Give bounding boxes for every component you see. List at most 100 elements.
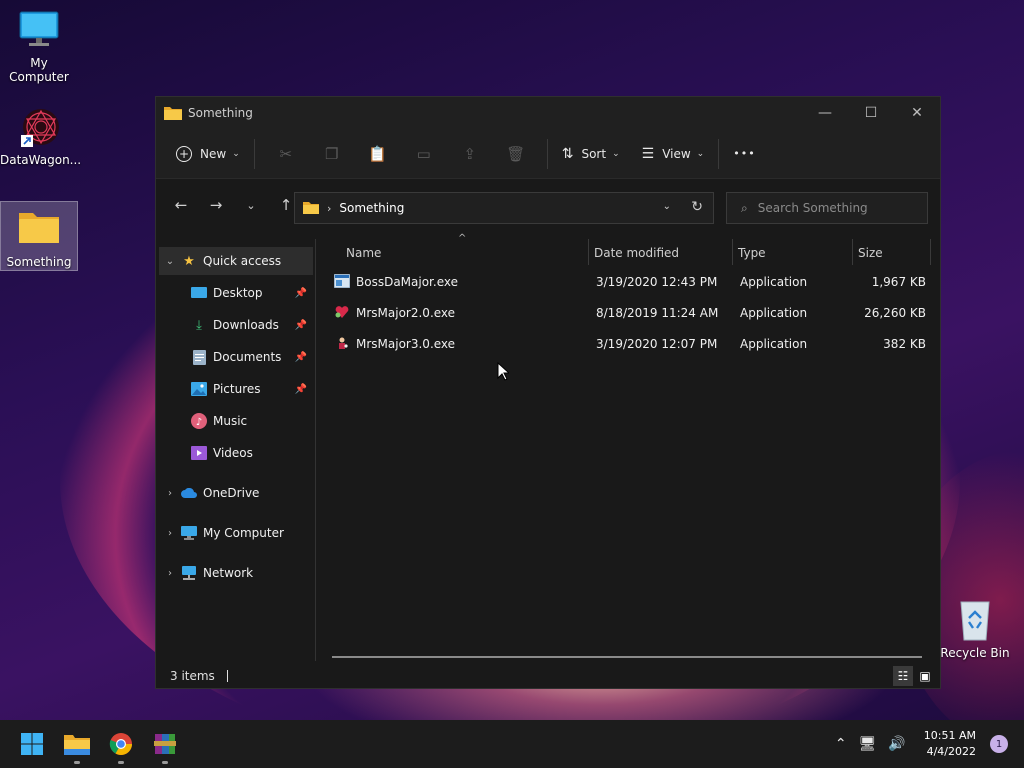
desktop-icon-label: Recycle Bin xyxy=(940,646,1010,660)
table-row[interactable]: BossDaMajor.exe 3/19/2020 12:43 PM Appli… xyxy=(334,267,934,297)
close-button[interactable]: ✕ xyxy=(894,98,940,128)
desktop-icon-recycle-bin[interactable]: Recycle Bin xyxy=(936,598,1014,664)
pin-icon: 📌 xyxy=(294,351,307,363)
delete-icon[interactable]: 🗑 xyxy=(501,139,531,169)
sidebar-item-label: Network xyxy=(203,566,254,580)
maximize-button[interactable]: ☐ xyxy=(848,98,894,128)
file-list: ^ Name Date modified Type Size BossDaMaj… xyxy=(318,233,938,661)
start-button[interactable] xyxy=(12,728,52,760)
column-divider[interactable] xyxy=(588,239,589,265)
column-header-type[interactable]: Type xyxy=(738,239,766,267)
taskbar-chrome[interactable] xyxy=(101,728,141,764)
pin-icon: 📌 xyxy=(294,319,307,331)
sidebar-item-label: Music xyxy=(213,414,248,428)
recycle-bin-icon xyxy=(953,598,997,642)
file-name: MrsMajor3.0.exe xyxy=(356,337,456,351)
running-indicator xyxy=(118,761,124,764)
show-hidden-icons-chevron-icon[interactable]: ⌃ xyxy=(835,736,847,752)
network-icon[interactable]: 🖥 xyxy=(859,736,877,752)
desktop-icon-something-folder[interactable]: Something xyxy=(0,201,78,271)
file-type: Application xyxy=(740,275,808,289)
taskbar-winrar[interactable] xyxy=(145,728,185,764)
file-size: 382 KB xyxy=(883,337,926,351)
music-icon: ♪ xyxy=(191,413,207,429)
status-bar: 3 items ☷ ▣ xyxy=(156,664,940,688)
rename-icon[interactable]: ▭ xyxy=(409,139,439,169)
sidebar-item-documents[interactable]: Documents 📌 xyxy=(159,343,313,371)
table-row[interactable]: MrsMajor2.0.exe 8/18/2019 11:24 AM Appli… xyxy=(334,298,934,328)
application-character-icon xyxy=(339,337,348,349)
sidebar-item-onedrive[interactable]: › OneDrive xyxy=(159,479,313,507)
forward-arrow-icon[interactable]: → xyxy=(201,190,231,220)
back-arrow-icon[interactable]: ← xyxy=(166,190,196,220)
minimize-button[interactable]: — xyxy=(802,98,848,128)
toolbar-divider xyxy=(253,138,255,169)
tiles-view-icon[interactable]: ▣ xyxy=(915,666,935,686)
clock[interactable]: 10:51 AM 4/4/2022 xyxy=(924,728,976,760)
file-date: 3/19/2020 12:43 PM xyxy=(596,275,718,289)
more-options-button[interactable]: ••• xyxy=(727,138,761,170)
column-header-name[interactable]: Name xyxy=(346,239,381,267)
toolbar-divider xyxy=(718,138,720,169)
sidebar-item-my-computer[interactable]: › My Computer xyxy=(159,519,313,547)
sidebar-item-videos[interactable]: Videos xyxy=(159,439,313,467)
mouse-cursor-icon xyxy=(497,362,509,381)
sidebar-item-downloads[interactable]: ⤓ Downloads 📌 xyxy=(159,311,313,339)
video-icon xyxy=(191,445,207,461)
sort-label: Sort xyxy=(581,146,607,161)
file-name: MrsMajor2.0.exe xyxy=(356,306,456,320)
network-icon xyxy=(181,565,197,581)
column-divider[interactable] xyxy=(852,239,853,265)
desktop-icon-datawagon[interactable]: DataWagon... xyxy=(0,105,81,175)
column-divider[interactable] xyxy=(732,239,733,265)
chevron-right-icon[interactable]: › xyxy=(159,528,181,539)
chrome-icon xyxy=(109,733,132,755)
view-button[interactable]: ☰ View ⌄ xyxy=(636,138,711,170)
file-date: 8/18/2019 11:24 AM xyxy=(596,306,719,320)
sidebar-item-music[interactable]: ♪ Music xyxy=(159,407,313,435)
address-dropdown-icon[interactable]: ⌄ xyxy=(663,201,671,212)
system-tray: ⌃ 🖥 🔊 10:51 AM 4/4/2022 1 xyxy=(829,720,1024,768)
sidebar-item-label: Downloads xyxy=(213,318,279,332)
sidebar-item-network[interactable]: › Network xyxy=(159,559,313,587)
title-bar[interactable]: Something — ☐ ✕ xyxy=(156,97,940,129)
share-icon[interactable]: ⇪ xyxy=(455,139,485,169)
breadcrumb-item[interactable]: Something xyxy=(339,201,404,215)
chevron-right-icon[interactable]: › xyxy=(159,568,181,579)
column-header-date-modified[interactable]: Date modified xyxy=(594,239,679,267)
notification-badge[interactable]: 1 xyxy=(990,735,1008,753)
column-header-size[interactable]: Size xyxy=(858,239,883,267)
sidebar-item-pictures[interactable]: Pictures 📌 xyxy=(159,375,313,403)
taskbar-file-explorer[interactable] xyxy=(57,728,97,764)
sort-button[interactable]: ⇅ Sort ⌄ xyxy=(556,138,626,170)
new-button[interactable]: + New ⌄ xyxy=(170,138,246,170)
refresh-icon[interactable]: ↻ xyxy=(691,199,703,215)
desktop-icon-my-computer[interactable]: My Computer xyxy=(0,8,78,84)
recent-locations-chevron-icon[interactable]: ⌄ xyxy=(236,190,266,220)
details-view-icon[interactable]: ☷ xyxy=(893,666,913,686)
paste-icon[interactable]: 📋 xyxy=(363,139,393,169)
sidebar-item-label: Quick access xyxy=(203,254,282,268)
column-divider[interactable] xyxy=(930,239,931,265)
folder-icon xyxy=(164,107,182,120)
navigation-pane: ⌄ ★ Quick access Desktop 📌 ⤓ Downloads 📌… xyxy=(156,239,316,661)
cut-icon[interactable]: ✂ xyxy=(271,139,301,169)
sidebar-item-quick-access[interactable]: ⌄ ★ Quick access xyxy=(159,247,313,275)
search-input[interactable] xyxy=(757,201,908,215)
window-title: Something xyxy=(188,106,253,120)
folder-icon xyxy=(17,207,61,251)
item-count: 3 items xyxy=(170,669,215,683)
horizontal-scrollbar[interactable] xyxy=(332,656,922,658)
table-row[interactable]: MrsMajor3.0.exe 3/19/2020 12:07 PM Appli… xyxy=(334,329,934,359)
chevron-down-icon[interactable]: ⌄ xyxy=(159,256,181,267)
sidebar-item-desktop[interactable]: Desktop 📌 xyxy=(159,279,313,307)
search-box[interactable]: ⌕ xyxy=(726,192,928,224)
star-icon: ★ xyxy=(183,253,195,269)
chevron-right-icon[interactable]: › xyxy=(159,488,181,499)
volume-icon[interactable]: 🔊 xyxy=(888,736,905,752)
copy-icon[interactable]: ❐ xyxy=(317,139,347,169)
picture-icon xyxy=(191,381,207,397)
address-bar[interactable]: › Something ⌄ ↻ xyxy=(294,192,714,224)
sort-ascending-icon: ^ xyxy=(458,233,467,244)
chevron-down-icon: ⌄ xyxy=(232,148,240,159)
